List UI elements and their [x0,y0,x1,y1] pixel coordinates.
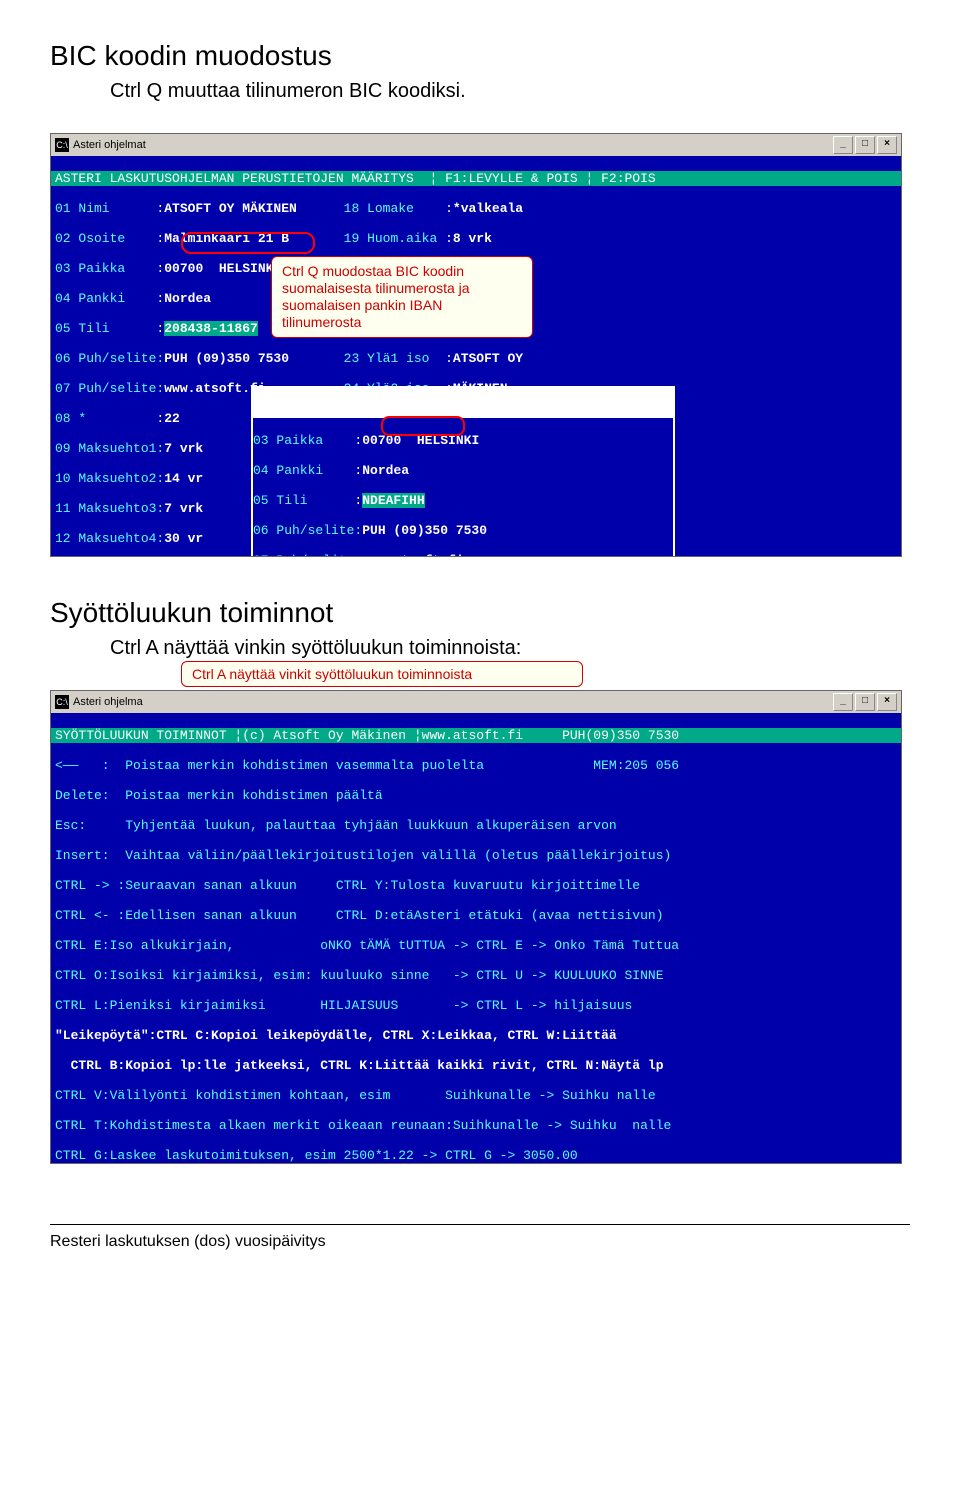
close-button[interactable]: × [877,136,897,154]
maximize-button[interactable]: □ [855,693,875,711]
inset-panel: 03 Paikka :00700 HELSINKI 04 Pankki :Nor… [251,386,675,556]
titlebar-2: C:\ Asteri ohjelma _ □ × [51,691,901,713]
heading-bic: BIC koodin muodostus [50,40,910,72]
cmd-icon: C:\ [55,695,69,709]
dos-screen-2: SYÖTTÖLUUKUN TOIMINNOT ¦(c) Atsoft Oy Mä… [51,713,901,1163]
dos-window-2: C:\ Asteri ohjelma _ □ × Ctrl A näyttää … [50,690,902,1164]
dos-window-1: C:\ Asteri ohjelmat _ □ × ASTERI LASKUTU… [50,133,902,557]
dos-screen-1: ASTERI LASKUTUSOHJELMAN PERUSTIETOJEN MÄ… [51,156,901,556]
window-title-1: Asteri ohjelmat [73,139,833,151]
subtext-bic: Ctrl Q muuttaa tilinumeron BIC koodiksi. [110,80,910,103]
heading-syotto: Syöttöluukun toiminnot [50,597,910,629]
titlebar-1: C:\ Asteri ohjelmat _ □ × [51,134,901,156]
minimize-button[interactable]: _ [833,693,853,711]
close-button[interactable]: × [877,693,897,711]
footer-divider [50,1224,910,1225]
dos-header-2: SYÖTTÖLUUKUN TOIMINNOT ¦(c) Atsoft Oy Mä… [51,728,901,743]
maximize-button[interactable]: □ [855,136,875,154]
cmd-icon: C:\ [55,138,69,152]
highlight-circle-tili [181,232,315,254]
callout-ctrlq: Ctrl Q muodostaa BIC koodin suomalaisest… [271,256,533,338]
dos-header: ASTERI LASKUTUSOHJELMAN PERUSTIETOJEN MÄ… [51,171,901,186]
subtext-syotto: Ctrl A näyttää vinkin syöttöluukun toimi… [110,637,910,660]
minimize-button[interactable]: _ [833,136,853,154]
callout-ctrla: Ctrl A näyttää vinkit syöttöluukun toimi… [181,661,583,687]
window-title-2: Asteri ohjelma [73,696,833,708]
highlight-circle-ndeafihh [381,416,465,436]
footer-text: Resteri laskutuksen (dos) vuosipäivitys [50,1233,910,1251]
